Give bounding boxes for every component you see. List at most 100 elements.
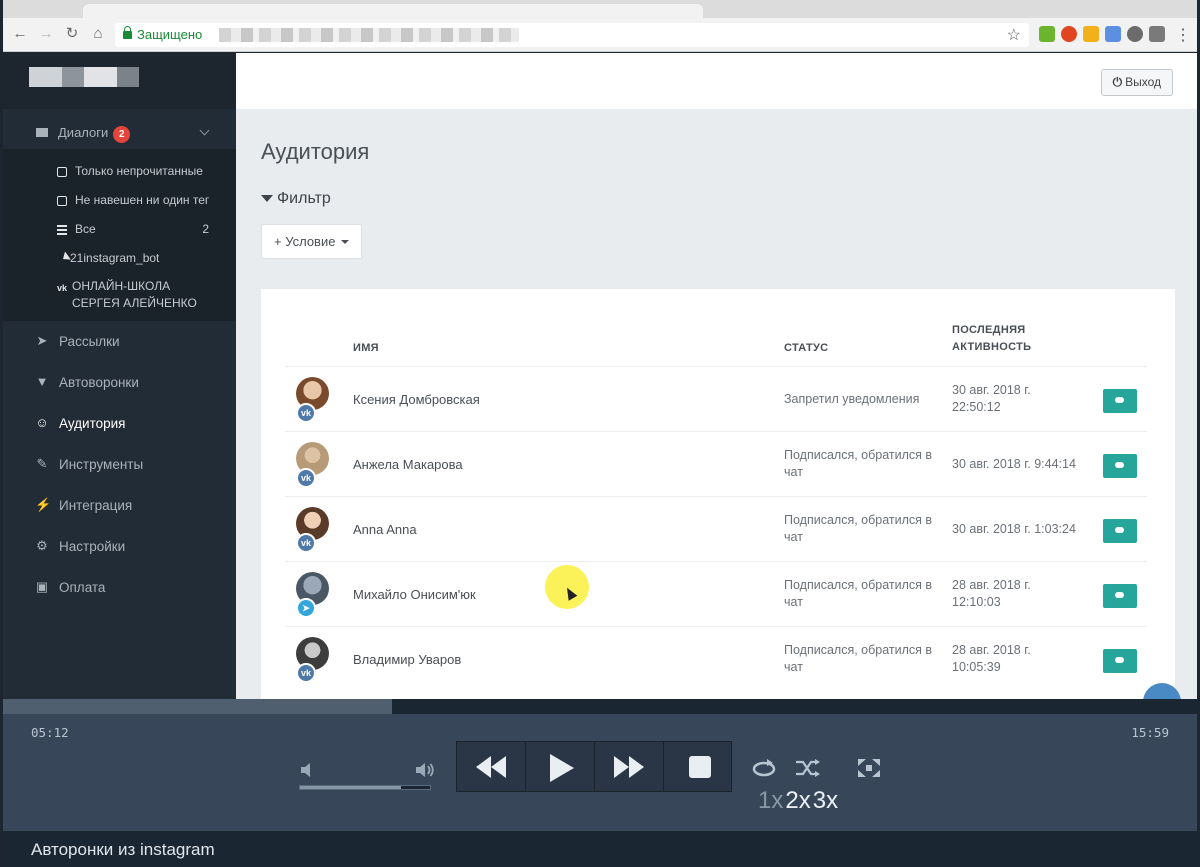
stop-icon: [689, 756, 711, 778]
contact-last-activity: 28 авг. 2018 г. 12:10:03: [952, 578, 1031, 609]
screen-recording-frame: ← → ↻ ⌂ Защищено ☆ ⋮ Диалоги 2 Только неп…: [3, 0, 1197, 867]
funnel-icon: ▼: [35, 374, 49, 389]
contact-last-activity: 30 авг. 2018 г. 9:44:14: [952, 457, 1076, 471]
contact-name[interactable]: Anna Anna: [353, 522, 417, 537]
table-row[interactable]: vk Владимир Уваров Подписался, обратился…: [285, 626, 1147, 691]
lock-icon: [123, 26, 132, 39]
open-chat-button[interactable]: [1103, 649, 1137, 673]
contact-name[interactable]: Владимир Уваров: [353, 652, 461, 667]
table-row[interactable]: vk Ксения Домбровская Запретил уведомлен…: [285, 366, 1147, 431]
contact-status: Запретил уведомления: [784, 392, 920, 406]
fast-forward-icon: [614, 756, 644, 778]
contact-name[interactable]: Ксения Домбровская: [353, 392, 480, 407]
speed-3x[interactable]: 3x: [813, 787, 838, 814]
forward-arrow-icon[interactable]: →: [37, 25, 55, 43]
volume-slider[interactable]: [299, 785, 431, 790]
sidebar: Диалоги 2 Только непрочитанные Не навешен…: [3, 53, 236, 699]
volume-high-icon[interactable]: [415, 761, 435, 779]
vk-badge-icon: vk: [296, 403, 316, 423]
transport-controls: [456, 741, 732, 792]
sidebar-item-mailings[interactable]: ➤ Рассылки: [3, 321, 236, 362]
channel-vk-school[interactable]: vk ОНЛАЙН-ШКОЛА СЕРГЕЯ АЛЕЙЧЕНКО: [3, 275, 236, 313]
sidebar-item-payment[interactable]: ▣ Оплата: [3, 567, 236, 608]
table-row[interactable]: vk Анжела Макарова Подписался, обратился…: [285, 431, 1147, 496]
url-text-blurred: [219, 28, 519, 42]
contact-status: Подписался, обратился в чат: [784, 448, 933, 479]
contact-status: Подписался, обратился в чат: [784, 643, 933, 674]
contact-last-activity: 30 авг. 2018 г. 22:50:12: [952, 383, 1031, 414]
power-icon: ⏻: [1112, 75, 1123, 89]
browser-tab[interactable]: [83, 4, 703, 18]
shuffle-icon[interactable]: [793, 757, 821, 779]
speed-2x[interactable]: 2x: [785, 787, 810, 814]
unread-badge: 2: [113, 126, 131, 143]
sidebar-item-autofunnels[interactable]: ▼ Автоворонки: [3, 362, 236, 403]
checkbox-icon[interactable]: [57, 196, 67, 206]
address-bar[interactable]: Защищено ☆: [115, 23, 1029, 47]
chevron-down-icon[interactable]: [199, 125, 210, 136]
channel-telegram-bot[interactable]: 21instagram_bot: [3, 246, 236, 275]
video-player-controls: 05:12 15:59 1x2x3x: [3, 699, 1197, 831]
contact-name[interactable]: Михайло Онисим'юк: [353, 587, 476, 602]
checkbox-icon[interactable]: [57, 167, 67, 177]
speed-1x[interactable]: 1x: [758, 787, 783, 814]
top-bar: ⏻ Выход: [236, 53, 1197, 109]
sidebar-header: [3, 53, 236, 109]
sidebar-item-settings[interactable]: ⚙ Настройки: [3, 526, 236, 567]
column-header-activity: ПОСЛЕДНЯЯ АКТИВНОСТЬ: [952, 324, 1032, 353]
gears-icon: ⚙: [36, 538, 48, 553]
extension-evernote-icon[interactable]: [1127, 26, 1143, 42]
dialogs-submenu: Только непрочитанные Не навешен ни один …: [3, 149, 236, 321]
extension-download-icon[interactable]: [1039, 26, 1055, 42]
vk-badge-icon: vk: [296, 663, 316, 683]
volume-low-icon[interactable]: [299, 763, 313, 777]
column-header-status: СТАТУС: [784, 342, 829, 354]
playback-speed-selector: 1x2x3x: [758, 787, 840, 815]
add-condition-button[interactable]: + Условие: [261, 224, 363, 259]
extension-ghostery-icon[interactable]: [1061, 26, 1077, 42]
telegram-badge-icon: ➤: [296, 598, 316, 618]
back-arrow-icon[interactable]: ←: [11, 25, 29, 43]
playback-progress-bar[interactable]: [3, 699, 1197, 714]
volume-level-fill: [300, 786, 402, 789]
fast-forward-button[interactable]: [595, 742, 664, 791]
filter-all[interactable]: Все 2: [3, 217, 236, 246]
bookmark-star-icon[interactable]: ☆: [1007, 25, 1021, 45]
extension-bookmark-icon[interactable]: [1083, 26, 1099, 42]
filter-unread-only[interactable]: Только непрочитанные: [3, 159, 236, 188]
logout-button[interactable]: ⏻ Выход: [1100, 69, 1173, 96]
sidebar-item-tools[interactable]: ✎ Инструменты: [3, 444, 236, 485]
contact-name[interactable]: Анжела Макарова: [353, 457, 463, 472]
sidebar-item-audience[interactable]: ☺ Аудитория: [3, 403, 236, 444]
fullscreen-icon[interactable]: [855, 757, 883, 779]
loop-icon[interactable]: [751, 757, 779, 779]
sidebar-item-integration[interactable]: ⚡ Интеграция: [3, 485, 236, 526]
reload-icon[interactable]: ↻: [63, 25, 81, 43]
list-icon: [57, 225, 67, 235]
plug-icon: ⚡: [35, 497, 52, 512]
sidebar-item-dialogs[interactable]: Диалоги 2: [3, 109, 236, 149]
table-row[interactable]: ➤ Михайло Онисим'юк Подписался, обратилс…: [285, 561, 1147, 626]
money-icon: ▣: [35, 579, 49, 594]
open-chat-button[interactable]: [1103, 519, 1137, 543]
current-time: 05:12: [31, 725, 69, 740]
page-title: Аудитория: [261, 139, 370, 164]
rewind-button[interactable]: [457, 742, 526, 791]
open-chat-button[interactable]: [1103, 584, 1137, 608]
caret-down-icon: [341, 240, 350, 244]
filter-no-tags[interactable]: Не навешен ни один тег: [3, 188, 236, 217]
table-row[interactable]: vk Anna Anna Подписался, обратился в чат…: [285, 496, 1147, 561]
wrench-icon: ✎: [36, 456, 48, 471]
browser-menu-icon[interactable]: ⋮: [1175, 25, 1191, 45]
play-button[interactable]: [526, 742, 595, 791]
stop-button[interactable]: [664, 742, 733, 791]
contact-last-activity: 30 авг. 2018 г. 1:03:24: [952, 522, 1076, 536]
open-chat-button[interactable]: [1103, 454, 1137, 478]
column-header-name: ИМЯ: [353, 342, 379, 354]
browser-toolbar: ← → ↻ ⌂ Защищено ☆ ⋮: [3, 18, 1197, 52]
extension-translate-icon[interactable]: [1105, 26, 1121, 42]
home-icon[interactable]: ⌂: [89, 25, 107, 43]
security-indicator[interactable]: Защищено: [123, 26, 202, 42]
extension-screen-icon[interactable]: [1149, 26, 1165, 42]
open-chat-button[interactable]: [1103, 389, 1137, 413]
